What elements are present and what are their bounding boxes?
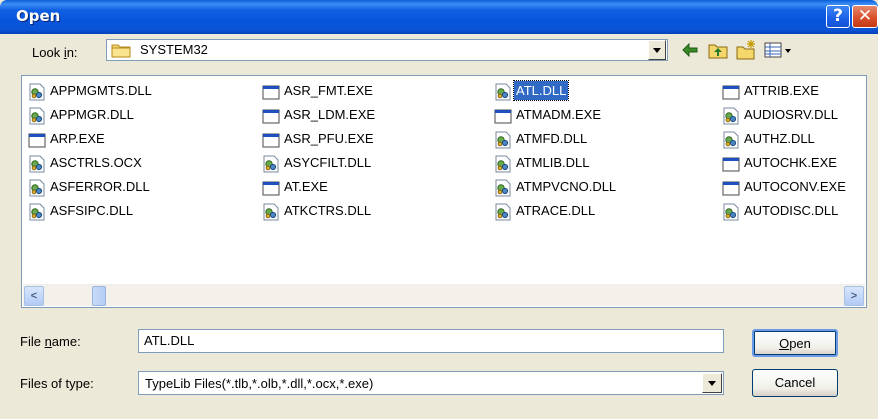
dll-file-icon	[494, 83, 512, 101]
chevron-down-icon	[653, 48, 661, 53]
dll-file-icon	[262, 155, 280, 173]
file-name: ATMADM.EXE	[516, 107, 601, 122]
file-name: ATRACE.DLL	[516, 203, 596, 218]
back-arrow-icon[interactable]	[679, 39, 701, 61]
application-icon	[28, 131, 46, 149]
file-name-value: ATL.DLL	[144, 333, 195, 348]
file-name-input[interactable]: ATL.DLL	[138, 329, 724, 353]
application-icon	[262, 83, 280, 101]
help-button[interactable]: ?	[826, 5, 850, 28]
application-icon	[262, 179, 280, 197]
application-icon	[494, 107, 512, 125]
title-bar[interactable]: Open ? ✕	[0, 0, 878, 34]
scroll-right-button[interactable]: >	[844, 286, 864, 306]
file-name: ASR_LDM.EXE	[284, 107, 376, 122]
file-name: ASCTRLS.OCX	[50, 155, 142, 170]
file-name: AUTOCONV.EXE	[744, 179, 846, 194]
horizontal-scrollbar[interactable]: < >	[23, 284, 865, 306]
dll-file-icon	[28, 107, 46, 125]
dll-file-icon	[722, 203, 740, 221]
scroll-left-button[interactable]: <	[24, 286, 44, 306]
file-name: AUTHZ.DLL	[744, 131, 815, 146]
dll-file-icon	[494, 155, 512, 173]
file-name-label-post: ame:	[51, 334, 81, 349]
view-menu-icon[interactable]	[763, 39, 795, 61]
application-icon	[262, 107, 280, 125]
new-folder-icon[interactable]	[735, 39, 757, 61]
file-name: ATMFD.DLL	[516, 131, 588, 146]
file-name: AUTODISC.DLL	[744, 203, 839, 218]
file-name: ATMLIB.DLL	[516, 155, 590, 170]
file-type-dropdown[interactable]: TypeLib Files(*.tlb,*.olb,*.dll,*.ocx,*.…	[138, 371, 724, 395]
dll-file-icon	[722, 107, 740, 125]
dll-file-icon	[722, 131, 740, 149]
file-type-dropdown-arrow[interactable]	[702, 373, 722, 393]
open-button-label: pen	[789, 336, 811, 351]
dll-file-icon	[494, 179, 512, 197]
look-in-label-post: n:	[66, 45, 78, 60]
file-name: ATTRIB.EXE	[744, 83, 819, 98]
file-name: ATL.DLL	[512, 80, 570, 101]
file-name: APPMGMTS.DLL	[50, 83, 152, 98]
chevron-left-icon: <	[30, 290, 38, 302]
file-name-label-pre: File	[20, 334, 45, 349]
cancel-button[interactable]: Cancel	[752, 369, 838, 397]
application-icon	[262, 131, 280, 149]
dll-file-icon	[28, 155, 46, 173]
look-in-label: Look in:	[32, 45, 78, 60]
dll-file-icon	[28, 203, 46, 221]
file-name: APPMGR.DLL	[50, 107, 134, 122]
look-in-dropdown[interactable]: SYSTEM32	[106, 39, 668, 61]
file-name: ASR_FMT.EXE	[284, 83, 373, 98]
file-name: AT.EXE	[284, 179, 328, 194]
close-icon: ✕	[857, 6, 873, 26]
up-folder-icon[interactable]	[707, 39, 729, 61]
file-type-label: Files of type:	[20, 376, 94, 391]
window-title: Open	[16, 7, 61, 25]
dll-file-icon	[28, 179, 46, 197]
file-list[interactable]: APPMGMTS.DLL APPMGR.DLL ARP.EXE ASCTRLS.OCX…	[21, 75, 867, 308]
file-name: AUDIOSRV.DLL	[744, 107, 838, 122]
look-in-label-pre: Look	[32, 45, 64, 60]
file-name: ATKCTRS.DLL	[284, 203, 372, 218]
dll-file-icon	[494, 131, 512, 149]
file-name-label-accel: n	[44, 334, 52, 349]
look-in-value: SYSTEM32	[140, 42, 208, 57]
application-icon	[722, 155, 740, 173]
file-name: ASR_PFU.EXE	[284, 131, 374, 146]
file-name: ASYCFILT.DLL	[284, 155, 372, 170]
file-name: ATMPVCNO.DLL	[516, 179, 617, 194]
file-name: AUTOCHK.EXE	[744, 155, 837, 170]
application-icon	[722, 179, 740, 197]
help-icon: ?	[833, 6, 843, 26]
file-name: ARP.EXE	[50, 131, 105, 146]
file-name-label: File name:	[20, 334, 81, 349]
close-button[interactable]: ✕	[852, 5, 878, 28]
file-type-value: TypeLib Files(*.tlb,*.olb,*.dll,*.ocx,*.…	[145, 376, 374, 391]
file-name: ASFSIPC.DLL	[50, 203, 134, 218]
open-button-accel: O	[779, 336, 790, 351]
file-name: ASFERROR.DLL	[50, 179, 150, 194]
open-button[interactable]: Open	[752, 329, 838, 357]
scrollbar-thumb[interactable]	[92, 286, 106, 306]
application-icon	[722, 83, 740, 101]
look-in-dropdown-arrow[interactable]	[648, 40, 666, 60]
folder-icon	[111, 44, 131, 58]
chevron-down-icon	[708, 381, 716, 386]
dll-file-icon	[494, 203, 512, 221]
dialog-body: Look in: SYSTEM32 APPMGMTS.DLL APPMGR.DLL…	[0, 34, 878, 419]
dll-file-icon	[262, 203, 280, 221]
dll-file-icon	[28, 83, 46, 101]
chevron-right-icon: >	[850, 290, 858, 302]
